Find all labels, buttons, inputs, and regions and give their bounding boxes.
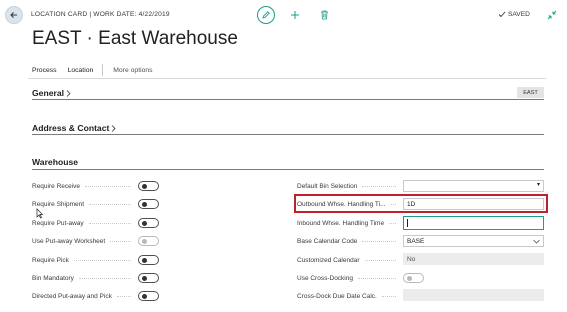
field-label: Require Put-away <box>32 219 84 227</box>
mouse-pointer-icon <box>36 208 44 219</box>
section-warehouse[interactable]: Warehouse <box>32 157 78 167</box>
text-caret <box>407 219 408 227</box>
pencil-icon <box>262 11 270 19</box>
field-row: Cross-Dock Due Date Calc. <box>297 290 401 302</box>
section-warehouse-label: Warehouse <box>32 157 79 167</box>
field-label: Use Put-away Worksheet <box>32 237 106 245</box>
section-address-label: Address & Contact <box>32 123 110 133</box>
inbound-handling-time-input[interactable] <box>403 216 544 230</box>
checkmark-icon <box>498 11 506 18</box>
field-row: Use Cross-Docking <box>297 272 401 284</box>
use-cross-docking-toggle[interactable] <box>403 273 424 283</box>
section-address-line <box>32 134 544 135</box>
field-label: Directed Put-away and Pick <box>32 292 112 300</box>
dropdown-arrow-icon: ▾ <box>536 182 540 188</box>
general-summary-badge: EAST <box>517 87 544 98</box>
default-bin-selection-select[interactable]: ▾ <box>403 180 544 192</box>
saved-label: SAVED <box>508 11 530 18</box>
field-label: Use Cross-Docking <box>297 274 353 282</box>
field-row: Require Receive <box>32 180 136 192</box>
top-bar: LOCATION CARD | WORK DATE: 4/22/2019 SAV… <box>0 0 567 30</box>
field-row: Require Shipment <box>32 198 136 210</box>
chevron-right-icon <box>66 89 71 97</box>
chevron-right-icon <box>112 124 116 132</box>
field-label: Cross-Dock Due Date Calc. <box>297 292 377 300</box>
field-label: Bin Mandatory <box>32 274 74 282</box>
field-row: Require Put-away <box>32 217 136 229</box>
field-label: Require Receive <box>32 182 81 190</box>
delete-button[interactable] <box>318 6 330 24</box>
field-row: Use Put-away Worksheet <box>32 235 136 247</box>
plus-icon <box>291 11 299 19</box>
collapse-arrows-icon <box>547 10 557 20</box>
section-general[interactable]: General <box>32 88 71 98</box>
section-general-line <box>32 99 544 100</box>
field-label: Require Shipment <box>32 200 85 208</box>
section-warehouse-line <box>32 169 544 170</box>
field-label: Require Pick <box>32 256 69 264</box>
edit-button[interactable] <box>257 6 275 24</box>
section-address-contact[interactable]: Address & Contact <box>32 123 116 133</box>
field-label: Default Bin Selection <box>297 182 358 190</box>
field-row: Customized Calendar <box>297 254 401 266</box>
trash-icon <box>320 10 328 20</box>
require-put-away-toggle[interactable] <box>138 218 159 228</box>
field-row: Inbound Whse. Handling Time <box>297 217 401 229</box>
arrow-left-icon <box>10 12 17 18</box>
field-label: Inbound Whse. Handling Time <box>297 219 385 227</box>
cross-dock-due-date-field <box>403 289 544 301</box>
breadcrumb: LOCATION CARD | WORK DATE: 4/22/2019 <box>31 11 170 18</box>
action-menu: Process Location More options <box>32 64 153 76</box>
base-calendar-code-select[interactable]: BASE <box>403 235 544 247</box>
back-button[interactable] <box>5 6 23 24</box>
field-row: Directed Put-away and Pick <box>32 290 136 302</box>
section-general-label: General <box>32 88 65 98</box>
chevron-down-icon <box>533 239 540 244</box>
require-pick-toggle[interactable] <box>138 255 159 265</box>
require-receive-toggle[interactable] <box>138 181 159 191</box>
field-row: Default Bin Selection <box>297 180 401 192</box>
menu-divider <box>28 78 546 79</box>
new-button[interactable] <box>288 6 302 24</box>
menu-separator <box>102 64 104 76</box>
field-row: Require Pick <box>32 254 136 266</box>
menu-more-options[interactable]: More options <box>113 67 152 74</box>
customized-calendar-field: No <box>403 253 544 265</box>
use-put-away-worksheet-toggle[interactable] <box>138 236 159 246</box>
require-shipment-toggle[interactable] <box>138 199 159 209</box>
field-row: Bin Mandatory <box>32 272 136 284</box>
menu-process[interactable]: Process <box>32 67 57 74</box>
directed-put-away-toggle[interactable] <box>138 291 159 301</box>
field-row: Base Calendar Code <box>297 235 401 247</box>
menu-location[interactable]: Location <box>68 67 94 74</box>
bin-mandatory-toggle[interactable] <box>138 273 159 283</box>
collapse-button[interactable] <box>545 8 559 22</box>
page-title: EAST · East Warehouse <box>32 28 238 49</box>
saved-status: SAVED <box>498 11 530 18</box>
field-label: Base Calendar Code <box>297 237 358 245</box>
highlight-box <box>294 194 548 213</box>
field-label: Customized Calendar <box>297 256 360 264</box>
